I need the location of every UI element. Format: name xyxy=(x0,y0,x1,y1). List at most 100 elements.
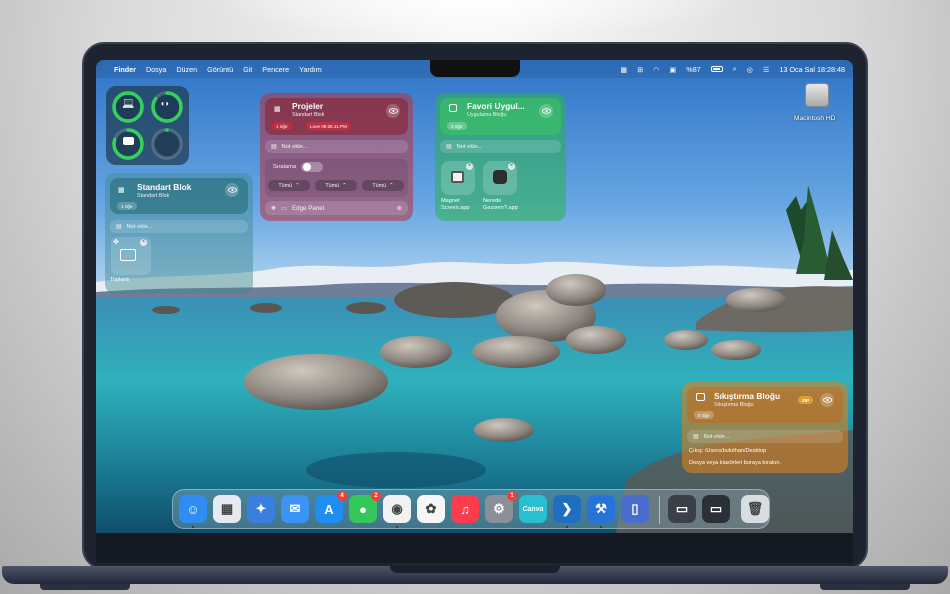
standart-title: Standart Blok xyxy=(137,182,192,192)
drop-hint: Dosya veya klasörleri buraya bırakın. xyxy=(689,460,782,466)
dock-running-indicator xyxy=(600,526,602,528)
standart-note-placeholder: Not ekle... xyxy=(126,223,153,230)
projeler-eye-icon[interactable] xyxy=(386,104,400,118)
case-icon xyxy=(123,137,134,145)
dock-badge: 4 xyxy=(337,491,347,501)
filter-select-3[interactable]: Tümü ⌃ xyxy=(362,180,404,191)
siri-icon[interactable]: ◎ xyxy=(747,65,753,74)
favori-note-field[interactable]: ▤ Not ekle... xyxy=(440,140,561,153)
wifi-icon[interactable]: ◠ xyxy=(653,65,659,74)
dock-app-9-icon: ⚙ xyxy=(493,501,505,516)
window-status-icon[interactable]: ⊞ xyxy=(637,65,643,74)
sort-label: Sıralama xyxy=(273,164,297,170)
dock-app-13[interactable]: ▯ xyxy=(621,495,649,523)
folder-icon: ▭ xyxy=(281,204,288,212)
display-status-icon[interactable]: ▣ xyxy=(670,65,677,74)
move-icon[interactable]: ✥ xyxy=(271,205,276,212)
laptop-icon: 💻 xyxy=(122,98,135,109)
remove-folder-icon[interactable]: × xyxy=(140,239,147,246)
block-grid-icon: ▦ xyxy=(118,187,125,194)
favori-title: Favori Uygul... xyxy=(467,101,525,111)
calendar-icon: ▤ xyxy=(271,143,277,150)
battery-icon[interactable] xyxy=(710,66,723,72)
dock-running-indicator xyxy=(192,526,194,528)
right-foot xyxy=(820,584,910,590)
sikistirma-subtitle: Sıkıştırma Bloğu xyxy=(714,402,754,408)
dock-app-5[interactable]: ● 2 xyxy=(349,491,381,523)
menu-goruntu[interactable]: Görüntü xyxy=(207,65,233,74)
dock-app-9[interactable]: ⚙ 1 xyxy=(485,491,517,523)
folder-icon xyxy=(120,249,136,261)
dock-app-3[interactable]: ✉ xyxy=(281,495,309,523)
dock-app-4[interactable]: A4 xyxy=(315,491,347,523)
standart-blok-widget[interactable]: ▦ Standart Blok Standart Blok 1 öğe ▤ Not… xyxy=(105,173,253,294)
dock-running-indicator xyxy=(396,526,398,528)
dock-app-15[interactable]: ▭ xyxy=(702,495,730,523)
projeler-subtitle: Standart Blok xyxy=(292,112,325,118)
dock-app-7-icon: ✿ xyxy=(425,501,437,516)
battery-percent[interactable]: %87 xyxy=(686,65,700,74)
macintosh-hd-icon[interactable] xyxy=(805,83,829,107)
toplanti-label: Toplantı xyxy=(110,277,130,283)
favori-widget[interactable]: Favori Uygul... Uygulama Bloğu 2 öğe ▤ No… xyxy=(435,93,566,221)
dock-app-15-icon: ▭ xyxy=(709,501,723,516)
grid-status-icon[interactable]: ▦ xyxy=(620,65,627,74)
favori-eye-icon[interactable] xyxy=(539,104,553,118)
control-center-icon[interactable]: ☰ xyxy=(763,65,769,74)
menu-finder[interactable]: Finder xyxy=(114,65,136,74)
menu-dosya[interactable]: Dosya xyxy=(146,65,166,74)
dock-app-11-icon: ❯ xyxy=(561,501,573,516)
magnet-app-label: Magnet Screen.app xyxy=(441,198,470,211)
chevron-down-icon: ⌃ xyxy=(342,182,347,189)
macintosh-hd-label: Macintosh HD xyxy=(794,115,836,122)
dock-app-2-icon: ✦ xyxy=(255,501,267,516)
filter-select-1[interactable]: Tümü ⌃ xyxy=(268,180,310,191)
dock-app-1-icon: ▦ xyxy=(220,501,234,516)
standart-note-field[interactable]: ▤ Not ekle... xyxy=(110,220,248,233)
menu-git[interactable]: Git xyxy=(243,65,252,74)
dock-app-12[interactable]: ⚒ xyxy=(587,495,615,523)
dock-app-10-icon: Canva xyxy=(522,505,544,513)
dock-app-3-icon: ✉ xyxy=(289,501,301,516)
menu-duzen[interactable]: Düzen xyxy=(176,65,197,74)
dock-app-6[interactable]: ◉ xyxy=(383,495,411,523)
projeler-widget[interactable]: ▦ Projeler Standart Blok 1 öğe Love 09.0… xyxy=(260,93,413,221)
dock-app-7[interactable]: ✿ xyxy=(417,495,445,523)
calendar-icon: ▤ xyxy=(116,223,122,230)
standart-count-pill: 1 öğe xyxy=(117,202,137,210)
dock-app-8[interactable]: ♫ xyxy=(451,495,479,523)
filter-3-label: Tümü xyxy=(372,182,387,189)
remove-item-icon[interactable]: ⊗ xyxy=(397,205,402,212)
remove-magnet-icon[interactable]: × xyxy=(466,163,473,170)
remove-nerede-icon[interactable]: × xyxy=(508,163,515,170)
dock-app-13-icon: ▯ xyxy=(631,501,639,516)
sort-toggle[interactable] xyxy=(301,162,323,172)
menubar-clock[interactable]: 13 Oca Sal 18:28:48 xyxy=(779,65,845,74)
dock-badge: 2 xyxy=(371,491,381,501)
dock-app-16[interactable]: 🗑 xyxy=(741,495,769,523)
dock-app-10[interactable]: Canva xyxy=(519,495,547,523)
dock-badge: 1 xyxy=(507,491,517,501)
sikistirma-widget[interactable]: Sıkıştırma Bloğu Sıkıştırma Bloğu 0 öğe … xyxy=(682,382,848,473)
sikistirma-eye-icon[interactable] xyxy=(820,393,834,407)
menu-yardim[interactable]: Yardım xyxy=(299,65,322,74)
projeler-title: Projeler xyxy=(292,101,324,111)
dock-app-0[interactable]: ☺ xyxy=(179,495,207,523)
dock-app-1[interactable]: ▦ xyxy=(213,495,241,523)
dock-app-2[interactable]: ✦ xyxy=(247,495,275,523)
projeler-date-pill: Love 09.06.11.PM xyxy=(306,122,351,130)
menu-pencere[interactable]: Pencere xyxy=(262,65,289,74)
standart-eye-icon[interactable] xyxy=(225,183,239,197)
nerede-app-icon xyxy=(493,170,507,184)
filter-select-2[interactable]: Tümü ⌃ xyxy=(315,180,357,191)
spotlight-icon[interactable]: ⌕ xyxy=(733,64,737,74)
battery-widget[interactable]: 💻 ◖◗ xyxy=(106,86,189,165)
sikistirma-note-field[interactable]: ▤ Not ekle... xyxy=(687,430,843,443)
dock-app-14[interactable]: ▭ xyxy=(668,495,696,523)
dock-app-5-icon: ● xyxy=(359,501,367,517)
edge-panel-item[interactable]: ✥ ▭ Edge Panel ⊗ xyxy=(265,201,408,215)
projeler-note-field[interactable]: ▤ Not ekle... xyxy=(265,140,408,153)
dock-app-11[interactable]: ❯ xyxy=(553,495,581,523)
chevron-down-icon: ⌃ xyxy=(389,182,394,189)
sikistirma-title: Sıkıştırma Bloğu xyxy=(714,391,781,401)
